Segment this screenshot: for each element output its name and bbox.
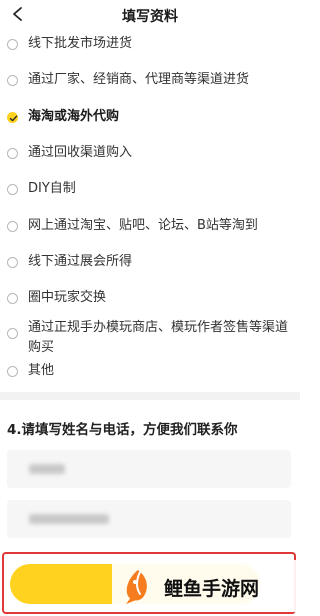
top-nav-bar: 填写资料 bbox=[0, 0, 300, 30]
section-divider bbox=[0, 392, 300, 400]
radio-button[interactable] bbox=[7, 39, 18, 50]
radio-button[interactable] bbox=[7, 75, 18, 86]
option-label: 通过回收渠道购入 bbox=[28, 145, 133, 160]
radio-button[interactable] bbox=[7, 293, 18, 304]
option-label: 网上通过淘宝、贴吧、论坛、B站等淘到 bbox=[28, 218, 258, 233]
question-4-title: 4.请填写姓名与电话，方便我们联系你 bbox=[7, 422, 238, 438]
radio-button[interactable] bbox=[7, 328, 18, 339]
option-label: 圈中玩家交换 bbox=[28, 290, 107, 305]
name-field[interactable] bbox=[7, 450, 291, 488]
watermark: 鲤鱼手游网 bbox=[112, 560, 298, 612]
option-label: 线下通过展会所得 bbox=[28, 254, 133, 269]
phone-field[interactable] bbox=[7, 500, 291, 538]
option-label: 通过正规手办模玩商店、模玩作者签售等渠道购买 bbox=[28, 320, 289, 355]
option-label: 通过厂家、经销商、代理商等渠道进货 bbox=[28, 72, 250, 87]
redacted-name bbox=[29, 464, 65, 474]
option-label: 其他 bbox=[28, 363, 55, 378]
check-icon bbox=[9, 115, 18, 122]
radio-button[interactable] bbox=[7, 148, 18, 159]
watermark-text: 鲤鱼手游网 bbox=[164, 578, 260, 600]
fish-logo-icon bbox=[126, 570, 147, 604]
radio-button[interactable] bbox=[7, 221, 18, 232]
radio-button[interactable] bbox=[7, 366, 18, 377]
option-label: 海淘或海外代购 bbox=[28, 109, 120, 124]
option-label: DIY自制 bbox=[28, 181, 76, 196]
radio-button-selected[interactable] bbox=[7, 112, 18, 123]
radio-button[interactable] bbox=[7, 257, 18, 268]
option-label: 线下批发市场进货 bbox=[28, 36, 133, 51]
redacted-phone bbox=[29, 514, 109, 524]
radio-button[interactable] bbox=[7, 184, 18, 195]
page-title: 填写资料 bbox=[122, 9, 178, 25]
